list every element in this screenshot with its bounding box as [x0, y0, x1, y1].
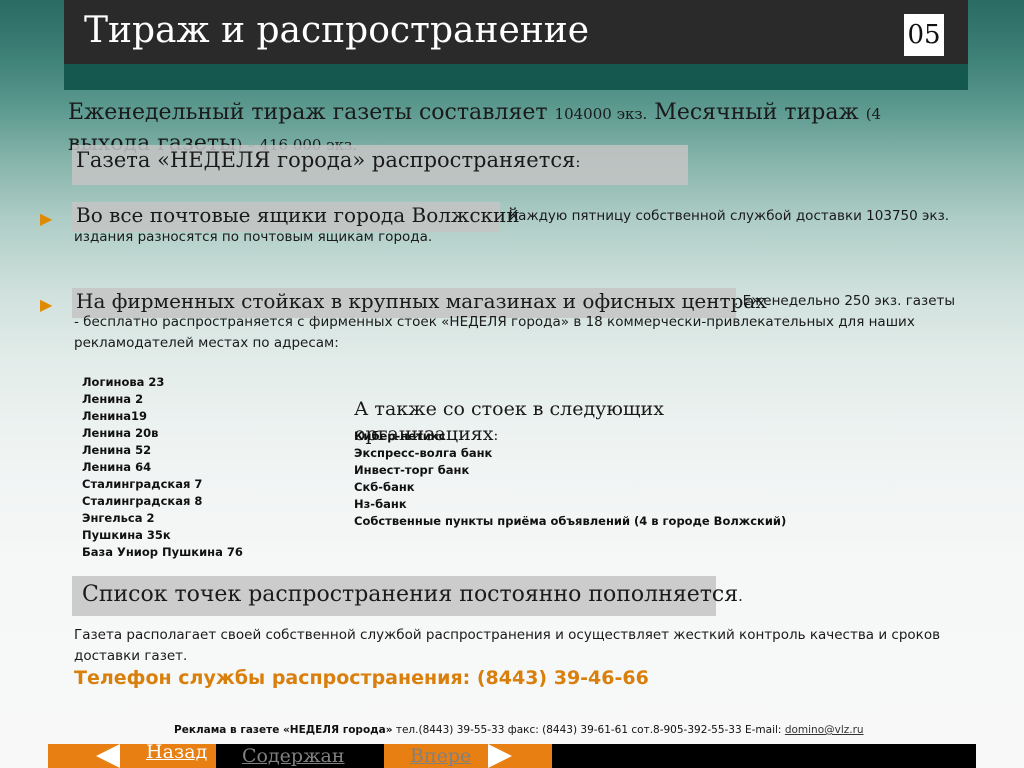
- item-2-text: . Еженедельно 250 экз. газеты - бесплатн…: [74, 293, 956, 351]
- page-number: 05: [904, 14, 944, 56]
- list-item: Нз-банк: [354, 497, 407, 511]
- contents-button[interactable]: Содержан: [216, 744, 384, 768]
- back-label: Назад: [146, 741, 208, 763]
- lead-text-2: Месячный тираж: [647, 100, 866, 125]
- replenish-note: Список точек распространения постоянно п…: [82, 582, 743, 607]
- replenish-text: Список точек распространения постоянно п…: [82, 582, 739, 607]
- list-item: Ленина 20в: [82, 426, 159, 440]
- service-description: Газета располагает своей собственной слу…: [74, 627, 941, 664]
- distribution-heading: Газета «НЕДЕЛЯ города» распространяется:: [76, 148, 580, 172]
- footer-label: Реклама в газете «НЕДЕЛЯ города»: [174, 724, 393, 736]
- list-item: Ленина 2: [82, 392, 144, 406]
- list-item: Инвест-торг банк: [354, 463, 470, 477]
- replenish-dot: .: [738, 587, 743, 605]
- arrow-left-icon: [96, 744, 120, 768]
- footer-contacts: Реклама в газете «НЕДЕЛЯ города» тел.(84…: [174, 724, 864, 736]
- service-phone: Телефон службы распространения: (8443) 3…: [74, 667, 649, 689]
- lead-text-1: Еженедельный тираж газеты составляет: [68, 100, 555, 125]
- list-item: Сталинградская 7: [82, 477, 203, 491]
- list-item: Экспресс-волга банк: [354, 446, 493, 460]
- list-item: Собственные пункты приёма объявлений (4 …: [354, 514, 787, 528]
- list-item: Кибер-нетикс: [354, 429, 446, 443]
- organization-list: Кибер-нетикс Экспресс-волга банк Инвест-…: [354, 428, 786, 530]
- list-item: Логинова 23: [82, 375, 165, 389]
- list-item: База Униор Пушкина 76: [82, 545, 243, 559]
- list-item: Ленина 64: [82, 460, 152, 474]
- list-item: Пушкина 35к: [82, 528, 171, 542]
- contents-label: Содержан: [242, 745, 345, 767]
- arrow-right-icon: [488, 744, 512, 768]
- header-stripe: [64, 64, 968, 90]
- item-1-text: . Каждую пятницу собственной службой дос…: [74, 208, 950, 245]
- list-item: Скб-банк: [354, 480, 415, 494]
- page-title: Тираж и распространение: [84, 10, 590, 51]
- distribution-heading-text: Газета «НЕДЕЛЯ города» распространяется: [76, 148, 576, 172]
- list-item: Ленина19: [82, 409, 148, 423]
- list-item: Сталинградская 8: [82, 494, 203, 508]
- footer-contact-text: тел.(8443) 39-55-33 факс: (8443) 39-61-6…: [392, 724, 785, 736]
- forward-button[interactable]: Впере: [384, 744, 552, 768]
- lead-issue-count: (4: [865, 105, 882, 123]
- back-button[interactable]: Назад: [48, 741, 216, 768]
- list-item: Ленина 52: [82, 443, 152, 457]
- forward-label: Впере: [410, 745, 472, 767]
- bullet-arrow-icon: ▶: [40, 209, 53, 228]
- list-item: Энгельса 2: [82, 511, 155, 525]
- bullet-arrow-icon: ▶: [40, 295, 53, 314]
- address-list: Логинова 23 Ленина 2 Ленина19 Ленина 20в…: [82, 374, 243, 561]
- distribution-heading-colon: :: [575, 153, 581, 171]
- email-link[interactable]: domino@vlz.ru: [785, 724, 864, 736]
- lead-weekly-number: 104000 экз.: [554, 105, 648, 123]
